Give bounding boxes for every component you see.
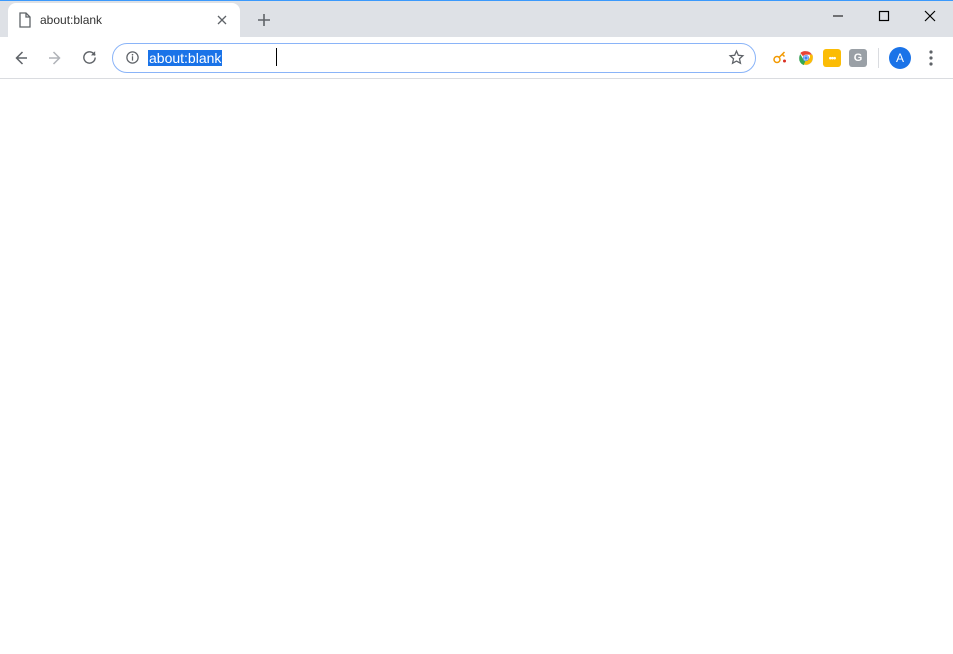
bookmark-star-icon[interactable] bbox=[728, 49, 745, 66]
chrome-menu-button[interactable] bbox=[917, 50, 945, 66]
extensions-area: ••• G A bbox=[764, 47, 947, 69]
toolbar-divider bbox=[878, 48, 879, 68]
toolbar: about:blank ••• G A bbox=[0, 37, 953, 79]
reload-button[interactable] bbox=[74, 43, 104, 73]
close-window-button[interactable] bbox=[907, 1, 953, 31]
site-info-icon[interactable] bbox=[125, 50, 140, 65]
page-icon bbox=[18, 12, 32, 28]
extension-g-icon[interactable]: G bbox=[848, 48, 868, 68]
extension-key-icon[interactable] bbox=[770, 48, 790, 68]
url-text[interactable]: about:blank bbox=[148, 44, 728, 72]
tab-title: about:blank bbox=[40, 13, 214, 27]
forward-button[interactable] bbox=[40, 43, 70, 73]
profile-avatar[interactable]: A bbox=[889, 47, 911, 69]
url-selected-text: about:blank bbox=[148, 50, 222, 66]
back-button[interactable] bbox=[6, 43, 36, 73]
maximize-button[interactable] bbox=[861, 1, 907, 31]
tab-strip: about:blank bbox=[0, 1, 953, 37]
address-bar[interactable]: about:blank bbox=[112, 43, 756, 73]
extension-badge-icon[interactable]: ••• bbox=[822, 48, 842, 68]
browser-tab[interactable]: about:blank bbox=[8, 3, 240, 37]
text-caret bbox=[276, 48, 277, 66]
new-tab-button[interactable] bbox=[250, 6, 278, 34]
window-controls bbox=[815, 1, 953, 31]
minimize-button[interactable] bbox=[815, 1, 861, 31]
close-tab-button[interactable] bbox=[214, 12, 230, 28]
page-content bbox=[0, 79, 953, 654]
extension-chrome-icon[interactable] bbox=[796, 48, 816, 68]
